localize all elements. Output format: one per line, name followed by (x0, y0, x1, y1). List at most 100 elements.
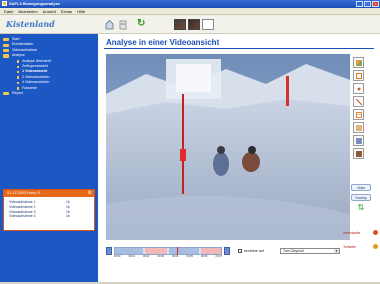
session-panel-title: 01.12.2003 Harry S. (7, 191, 41, 195)
menu-bar: Datei Bearbeiten Ansicht Extras Hilfe (0, 8, 380, 15)
legend-item[interactable]: Torfarbe (343, 241, 379, 255)
line-icon (356, 99, 362, 105)
timeline[interactable]: 00:00 00:01 00:02 00:03 00:04 00:05 00:0… (106, 244, 230, 258)
home-icon[interactable] (105, 19, 114, 30)
camera-view-1-button[interactable] (174, 19, 186, 30)
sidebar-nav: Start Kundendaten Videoaufnahme Analyse … (3, 37, 98, 96)
bullet-icon (17, 65, 20, 68)
timeline-tick-label: 00:05 (186, 255, 194, 258)
title-divider (104, 48, 374, 49)
sidebar-item-label: Fotoserie (22, 85, 37, 90)
page-title: Analyse in einer Videoansicht (106, 38, 220, 47)
sidebar-item-label: 4 Videoansichten (22, 80, 50, 85)
analysis-toolbar (353, 57, 365, 161)
swap-icon[interactable]: ⇅ (351, 204, 371, 212)
session-panel-header: 01.12.2003 Harry S. ⚙ (4, 190, 94, 197)
window-controls: _ □ × (356, 1, 379, 7)
rectangle-icon (356, 73, 362, 79)
recording-label: Videoaufnahme 4 (9, 214, 36, 219)
disk-icon (356, 138, 362, 144)
minimize-button[interactable]: _ (356, 1, 363, 7)
trash-icon (356, 151, 362, 157)
session-panel: 01.12.2003 Harry S. ⚙ Videoaufnahme 1 1b … (3, 189, 95, 231)
menu-file[interactable]: Datei (4, 9, 13, 14)
app-icon (2, 1, 7, 6)
folder-icon (3, 43, 9, 47)
color-legend: Innenkante Torfarbe (343, 227, 379, 255)
recording-label: Videoaufnahme 1 (9, 200, 36, 204)
crosshair-icon (356, 86, 362, 92)
timeline-segment (169, 248, 199, 254)
timeline-tick-label: 00:01 (128, 255, 136, 258)
logo: Kistenland (6, 19, 55, 29)
color-dot-icon (373, 230, 378, 235)
grid-icon (356, 112, 362, 118)
center-checkbox[interactable] (238, 249, 242, 254)
color-dot-icon (373, 244, 378, 249)
folder-icon (3, 48, 9, 53)
sidebar-item-label: 1 Videoansicht (22, 69, 48, 74)
menu-edit[interactable]: Bearbeiten (18, 9, 37, 14)
timeline-next-button[interactable] (224, 247, 230, 255)
timeline-track[interactable] (114, 247, 222, 255)
gear-icon[interactable]: ⚙ (88, 191, 92, 196)
timeline-segment (201, 248, 221, 254)
camera-view-blank-button[interactable] (202, 19, 214, 30)
timeline-labels: 00:00 00:01 00:02 00:03 00:04 00:05 00:0… (114, 255, 222, 258)
close-button[interactable]: × (372, 1, 379, 7)
angle-tool-button[interactable] (353, 122, 364, 133)
sidebar-item-label: Videoaufnahme (12, 47, 38, 52)
recording-label: Videoaufnahme 3 (9, 209, 36, 214)
main-content: Analyse in einer Videoansicht Video Over… (98, 34, 380, 282)
timeline-segment (145, 248, 167, 254)
menu-view[interactable]: Ansicht (43, 9, 56, 14)
folder-open-icon (3, 54, 9, 58)
center-checkbox-label: zentriere auf (244, 249, 264, 253)
sidebar-item-label: Analyse (12, 53, 25, 58)
bullet-icon (17, 60, 20, 63)
legend-item[interactable]: Innenkante (343, 227, 379, 241)
legend-label: Torfarbe (343, 245, 356, 249)
sidebar-item-label: Start (12, 37, 20, 41)
view-mode-buttons: Video Overlay ⇅ (351, 184, 371, 212)
camera-view-2-button[interactable] (188, 19, 200, 30)
center-target-select[interactable]: Tom Gleynsdl ▼ (280, 248, 340, 254)
pen-tool-button[interactable] (353, 57, 364, 68)
sidebar-item-label: Kundendaten (12, 42, 34, 47)
grid-tool-button[interactable] (353, 109, 364, 120)
playhead-marker[interactable] (177, 247, 178, 255)
toolbar: Kistenland ↻ (0, 15, 380, 34)
menu-extras[interactable]: Extras (61, 9, 72, 14)
save-tool-button[interactable] (353, 135, 364, 146)
pencil-icon (356, 60, 362, 66)
rectangle-tool-button[interactable] (353, 70, 364, 81)
back-icon[interactable] (119, 19, 127, 30)
folder-icon (3, 38, 9, 42)
bullet-icon (17, 81, 20, 85)
angle-icon (356, 125, 362, 131)
timeline-tick-label: 00:04 (172, 255, 179, 258)
cross-tool-button[interactable] (353, 83, 364, 94)
overlay-mode-button[interactable]: Overlay (351, 194, 371, 201)
line-tool-button[interactable] (353, 96, 364, 107)
video-viewport[interactable] (106, 54, 350, 240)
video-mode-button[interactable]: Video (351, 184, 371, 191)
sidebar-item-report[interactable]: Report (3, 91, 98, 96)
menu-help[interactable]: Hilfe (77, 9, 85, 14)
recording-value: 1b (66, 214, 70, 219)
sidebar-item-label: Analyse Übersicht (22, 58, 51, 63)
refresh-icon[interactable]: ↻ (137, 19, 147, 30)
folder-icon (3, 92, 9, 96)
sidebar-item-label: 2 Videoansichten (22, 74, 50, 79)
timeline-tick-label: 00:02 (143, 255, 150, 258)
delete-tool-button[interactable] (353, 148, 364, 159)
bullet-icon (17, 76, 20, 79)
bullet-icon (17, 70, 20, 74)
list-item[interactable]: Videoaufnahme 4 1b (4, 214, 94, 219)
sidebar-item-label: Report (12, 90, 23, 95)
timeline-tick-label: 00:06 (201, 255, 208, 258)
legend-label: Innenkante (343, 231, 361, 235)
timeline-prev-button[interactable] (106, 247, 112, 255)
sidebar: Start Kundendaten Videoaufnahme Analyse … (0, 34, 98, 282)
maximize-button[interactable]: □ (364, 1, 371, 7)
